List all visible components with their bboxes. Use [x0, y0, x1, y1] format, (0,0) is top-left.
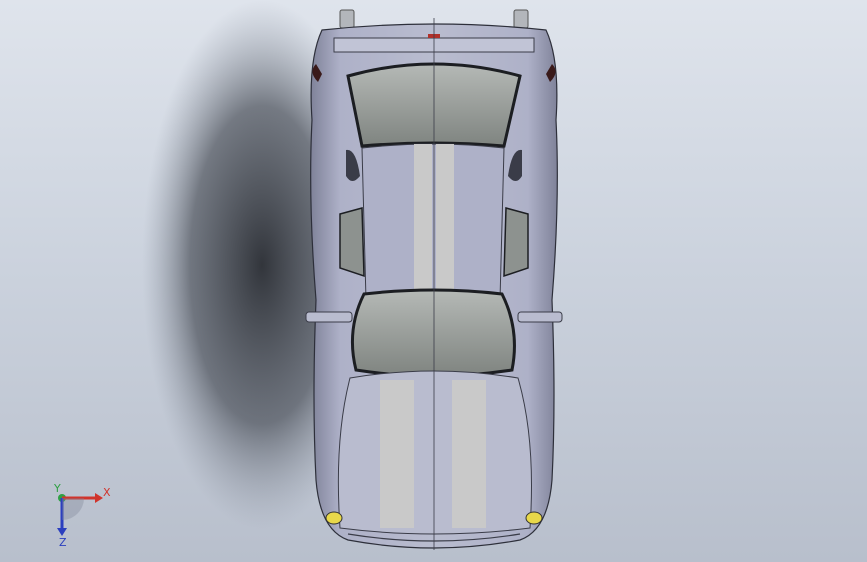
headlight-right [525, 511, 543, 525]
side-window-left [339, 207, 365, 278]
roof-stripe-right [436, 144, 454, 296]
exhaust-pipe-right [513, 9, 529, 29]
windshield [350, 288, 516, 378]
mirror-right [517, 311, 563, 323]
mirror-left [305, 311, 353, 323]
graphics-viewport[interactable]: X Z Y [0, 0, 867, 562]
roof [361, 143, 505, 301]
x-axis-label: X [103, 486, 111, 499]
exhaust-pipe-left [339, 9, 355, 29]
side-window-right [503, 207, 529, 278]
hood [337, 370, 532, 535]
x-axis-arrow [95, 493, 103, 503]
y-axis-quadrant [62, 498, 84, 520]
car-model-top-view[interactable] [0, 0, 867, 562]
coordinate-triad: X Z Y [53, 482, 111, 548]
z-axis-label: Z [59, 536, 67, 548]
z-axis-arrow [57, 528, 67, 536]
roof-stripe-left [414, 144, 432, 296]
y-axis-label: Y [53, 482, 61, 495]
headlight-left [325, 511, 343, 525]
hood-stripe-left [380, 380, 414, 528]
hood-stripe-right [452, 380, 486, 528]
